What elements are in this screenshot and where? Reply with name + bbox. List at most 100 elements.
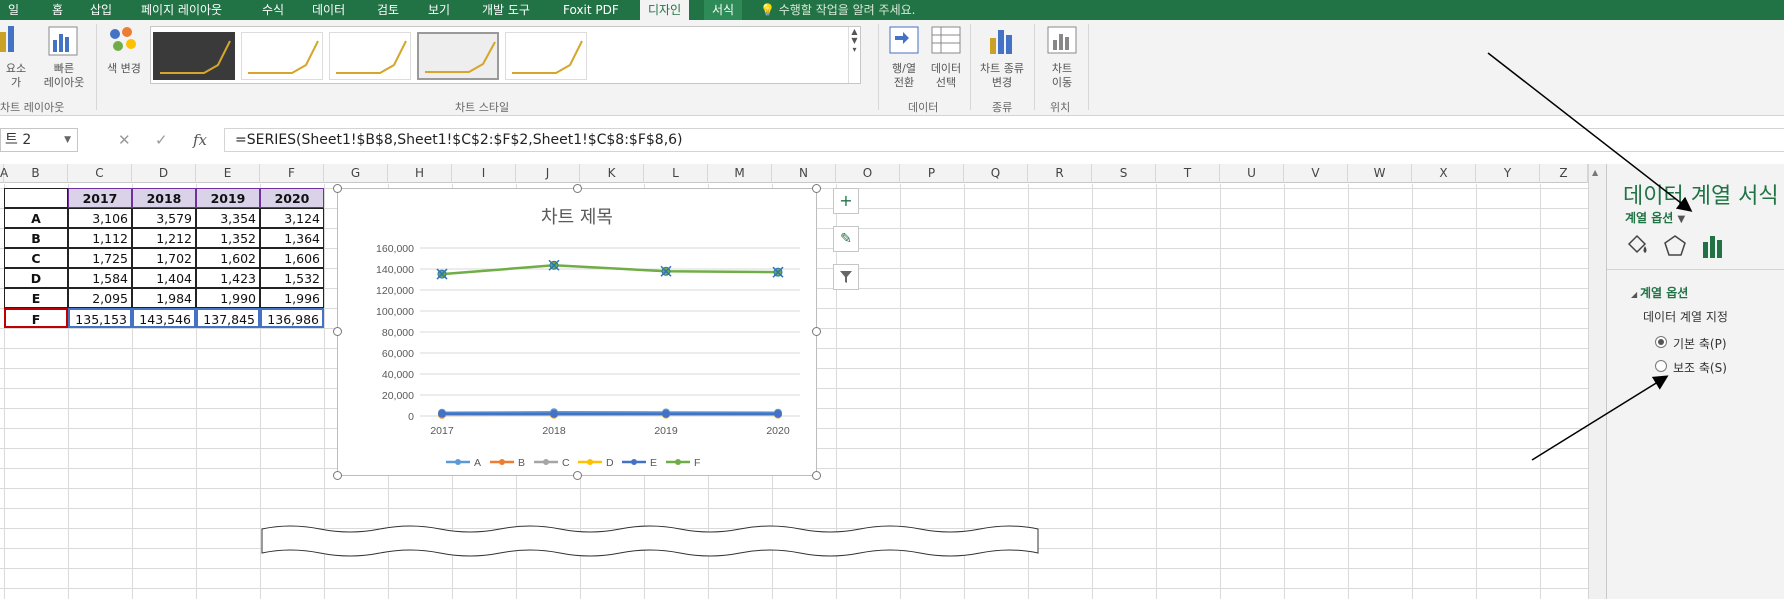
column-header-m[interactable]: M	[708, 164, 772, 183]
tab-1[interactable]: 일	[0, 0, 27, 20]
gallery-scrollbar[interactable]: ▲ ▼ ▾	[848, 27, 860, 83]
tab-12[interactable]: 서식	[704, 0, 743, 20]
table-value-cell[interactable]: 1,212	[132, 228, 196, 248]
primary-axis-radio[interactable]	[1655, 336, 1667, 348]
resize-handle[interactable]	[333, 471, 342, 480]
tab-5[interactable]: 수식	[254, 0, 292, 20]
paint-bucket-icon[interactable]	[1623, 232, 1651, 260]
pentagon-icon[interactable]	[1661, 232, 1689, 260]
resize-handle[interactable]	[812, 184, 821, 193]
column-header-d[interactable]: D	[132, 164, 196, 183]
table-value-cell[interactable]: 1,352	[196, 228, 260, 248]
column-header-e[interactable]: E	[196, 164, 260, 183]
table-value-cell[interactable]: 1,606	[260, 248, 324, 268]
table-value-cell[interactable]: 1,602	[196, 248, 260, 268]
table-header-cell[interactable]: 2019	[196, 188, 260, 208]
chevron-down-icon[interactable]: ▼	[64, 129, 71, 151]
resize-handle[interactable]	[573, 184, 582, 193]
tab-2[interactable]: 홈	[44, 0, 71, 20]
table-value-cell[interactable]: 1,112	[68, 228, 132, 248]
table-row-label[interactable]: F	[4, 308, 68, 328]
table-value-cell[interactable]: 3,106	[68, 208, 132, 228]
table-row-label[interactable]: A	[4, 208, 68, 228]
secondary-axis-radio[interactable]	[1655, 360, 1667, 372]
table-value-cell[interactable]: 1,702	[132, 248, 196, 268]
chart-elements-plus-icon[interactable]: +	[833, 188, 859, 214]
column-header-k[interactable]: K	[580, 164, 644, 183]
table-corner-cell[interactable]	[4, 188, 68, 208]
column-header-c[interactable]: C	[68, 164, 132, 183]
table-value-cell[interactable]: 3,354	[196, 208, 260, 228]
chart-style-thumb[interactable]	[505, 32, 587, 80]
column-header-v[interactable]: V	[1284, 164, 1348, 183]
column-header-r[interactable]: R	[1028, 164, 1092, 183]
table-header-cell[interactable]: 2017	[68, 188, 132, 208]
table-row-label[interactable]: B	[4, 228, 68, 248]
column-header-p[interactable]: P	[900, 164, 964, 183]
chart-plot-area[interactable]: 0 20,000 40,000 60,000 80,000 100,000 120,000 1…	[338, 189, 816, 475]
series-line-f[interactable]	[441, 264, 779, 276]
chevron-down-icon[interactable]: ▼	[1678, 214, 1686, 225]
column-header-u[interactable]: U	[1220, 164, 1284, 183]
column-header-h[interactable]: H	[388, 164, 452, 183]
tab-3[interactable]: 삽입	[82, 0, 120, 20]
tab-10[interactable]: Foxit PDF	[555, 0, 627, 20]
tell-me-search[interactable]: 💡 수행할 작업을 알려 주세요.	[760, 0, 915, 20]
change-color-button[interactable]: 색 변경	[100, 24, 148, 94]
resize-handle[interactable]	[333, 184, 342, 193]
table-value-cell[interactable]: 136,986	[260, 308, 324, 328]
column-header-t[interactable]: T	[1156, 164, 1220, 183]
tab-4[interactable]: 페이지 레이아웃	[133, 0, 230, 20]
column-header-s[interactable]: S	[1092, 164, 1156, 183]
change-chart-type-button[interactable]: 차트 종류 변경	[974, 24, 1030, 94]
move-chart-button[interactable]: 차트 이동	[1040, 24, 1084, 94]
resize-handle[interactable]	[333, 327, 342, 336]
tab-6[interactable]: 데이터	[304, 0, 353, 20]
select-data-button[interactable]: 데이터 선택	[926, 24, 966, 94]
table-row-label[interactable]: C	[4, 248, 68, 268]
resize-handle[interactable]	[573, 471, 582, 480]
check-icon[interactable]: ✓	[155, 129, 168, 151]
table-value-cell[interactable]: 2,095	[68, 288, 132, 308]
chart-filter-icon[interactable]	[833, 264, 859, 290]
column-header-n[interactable]: N	[772, 164, 836, 183]
table-value-cell[interactable]: 1,584	[68, 268, 132, 288]
chart-style-thumb[interactable]	[153, 32, 235, 80]
chart-styles-brush-icon[interactable]: ✎	[833, 226, 859, 252]
column-header-j[interactable]: J	[516, 164, 580, 183]
table-row-label[interactable]: D	[4, 268, 68, 288]
table-header-cell[interactable]: 2020	[260, 188, 324, 208]
table-value-cell[interactable]: 1,404	[132, 268, 196, 288]
table-value-cell[interactable]: 1,984	[132, 288, 196, 308]
column-header-q[interactable]: Q	[964, 164, 1028, 183]
column-header-w[interactable]: W	[1348, 164, 1412, 183]
table-value-cell[interactable]: 1,990	[196, 288, 260, 308]
tab-9[interactable]: 개발 도구	[474, 0, 538, 20]
column-header-g[interactable]: G	[324, 164, 388, 183]
table-value-cell[interactable]: 1,532	[260, 268, 324, 288]
table-value-cell[interactable]: 143,546	[132, 308, 196, 328]
cancel-icon[interactable]: ✕	[118, 129, 131, 151]
table-value-cell[interactable]: 135,153	[68, 308, 132, 328]
quick-layout-button[interactable]: 빠른 레이아웃	[36, 24, 92, 94]
column-header-l[interactable]: L	[644, 164, 708, 183]
column-header-b[interactable]: B	[4, 164, 68, 183]
table-value-cell[interactable]: 1,725	[68, 248, 132, 268]
tab-8[interactable]: 보기	[420, 0, 458, 20]
table-row-label[interactable]: E	[4, 288, 68, 308]
bar-chart-icon[interactable]	[1699, 232, 1727, 260]
name-box[interactable]: 트 2 ▼	[0, 128, 78, 152]
insert-function-icon[interactable]: fx	[193, 129, 207, 151]
chart-styles-gallery[interactable]: ▲ ▼ ▾	[150, 26, 861, 84]
switch-row-column-button[interactable]: 행/열 전환	[884, 24, 924, 94]
add-chart-element-button[interactable]: 요소 가	[0, 24, 32, 94]
resize-handle[interactable]	[812, 327, 821, 336]
chart-style-thumb[interactable]	[241, 32, 323, 80]
column-header-x[interactable]: X	[1412, 164, 1476, 183]
line-chart[interactable]: 차트 제목 0 20,000 40,000 60,000 80,000 100,000 12…	[337, 188, 817, 476]
table-value-cell[interactable]: 3,579	[132, 208, 196, 228]
table-header-cell[interactable]: 2018	[132, 188, 196, 208]
column-header-z[interactable]: Z	[1540, 164, 1588, 183]
resize-handle[interactable]	[812, 471, 821, 480]
formula-input[interactable]: =SERIES(Sheet1!$B$8,Sheet1!$C$2:$F$2,She…	[224, 128, 1784, 152]
